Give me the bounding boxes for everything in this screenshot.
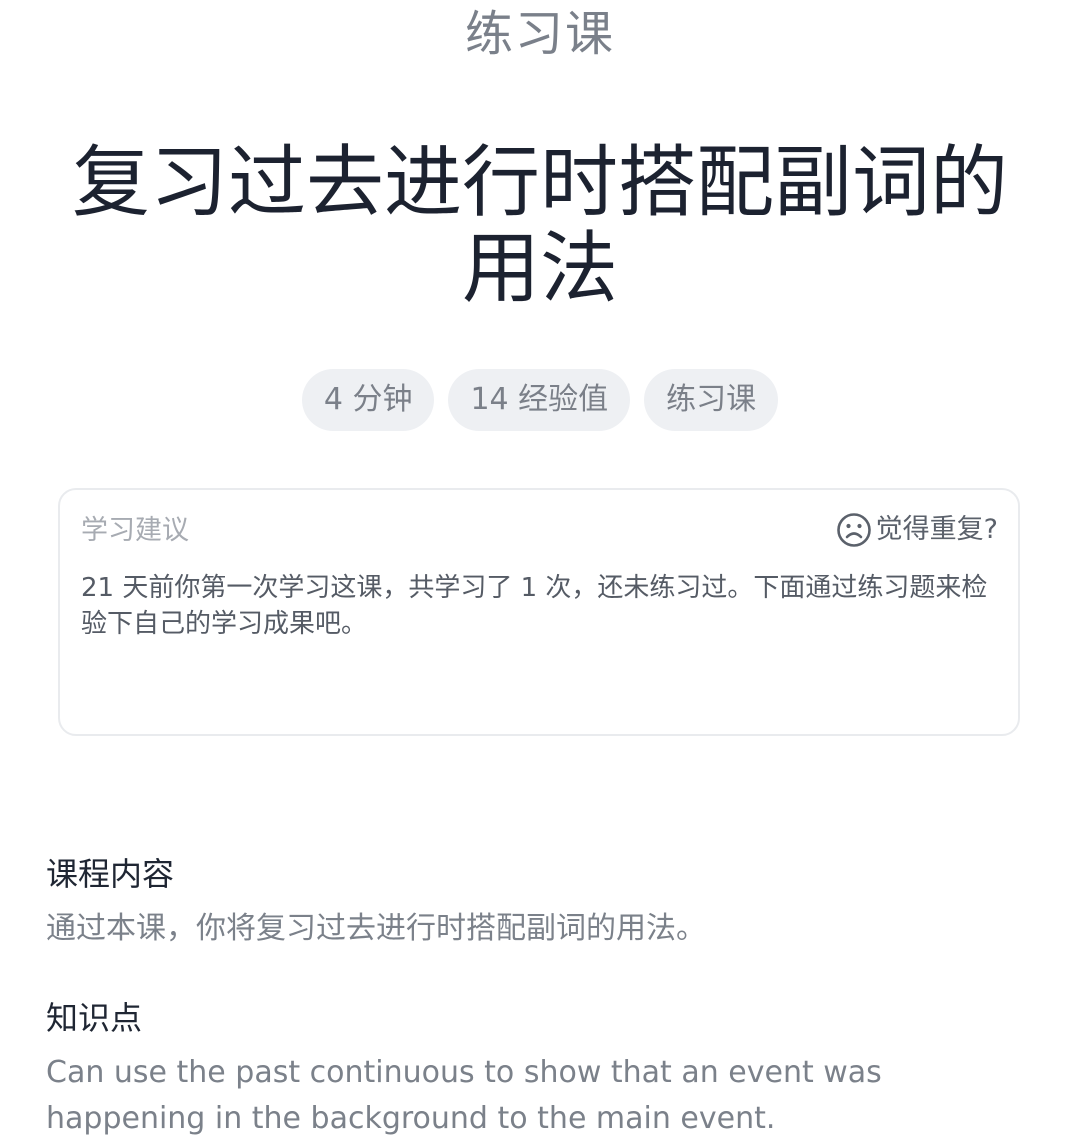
study-advice-title: 学习建议	[81, 515, 189, 546]
lesson-title: 复习过去进行时搭配副词的用法	[71, 138, 1008, 314]
study-advice-card: 学习建议 觉得重复? 21 天前你第一次学习这课，共学习了 1 次，还未练习过。…	[58, 488, 1020, 736]
knowledge-point-heading: 知识点	[46, 999, 143, 1037]
knowledge-point-text: Can use the past continuous to show that…	[46, 1055, 882, 1136]
course-content-heading: 课程内容	[46, 855, 175, 893]
feel-repetitive-button[interactable]: 觉得重复?	[836, 512, 998, 548]
page-header-label: 练习课	[464, 6, 615, 62]
study-advice-text: 21 天前你第一次学习这课，共学习了 1 次，还未练习过。下面通过练习题来检验下…	[81, 573, 988, 639]
experience-tag: 14 经验值	[448, 369, 631, 431]
duration-tag: 4 分钟	[301, 369, 435, 431]
course-content-text: 通过本课，你将复习过去进行时搭配副词的用法。	[46, 911, 706, 946]
sad-face-icon	[836, 512, 872, 548]
lesson-tags: 4 分钟 14 经验值 练习课	[0, 369, 1080, 431]
feel-repetitive-label: 觉得重复?	[875, 514, 998, 545]
lesson-type-tag: 练习课	[644, 369, 779, 431]
